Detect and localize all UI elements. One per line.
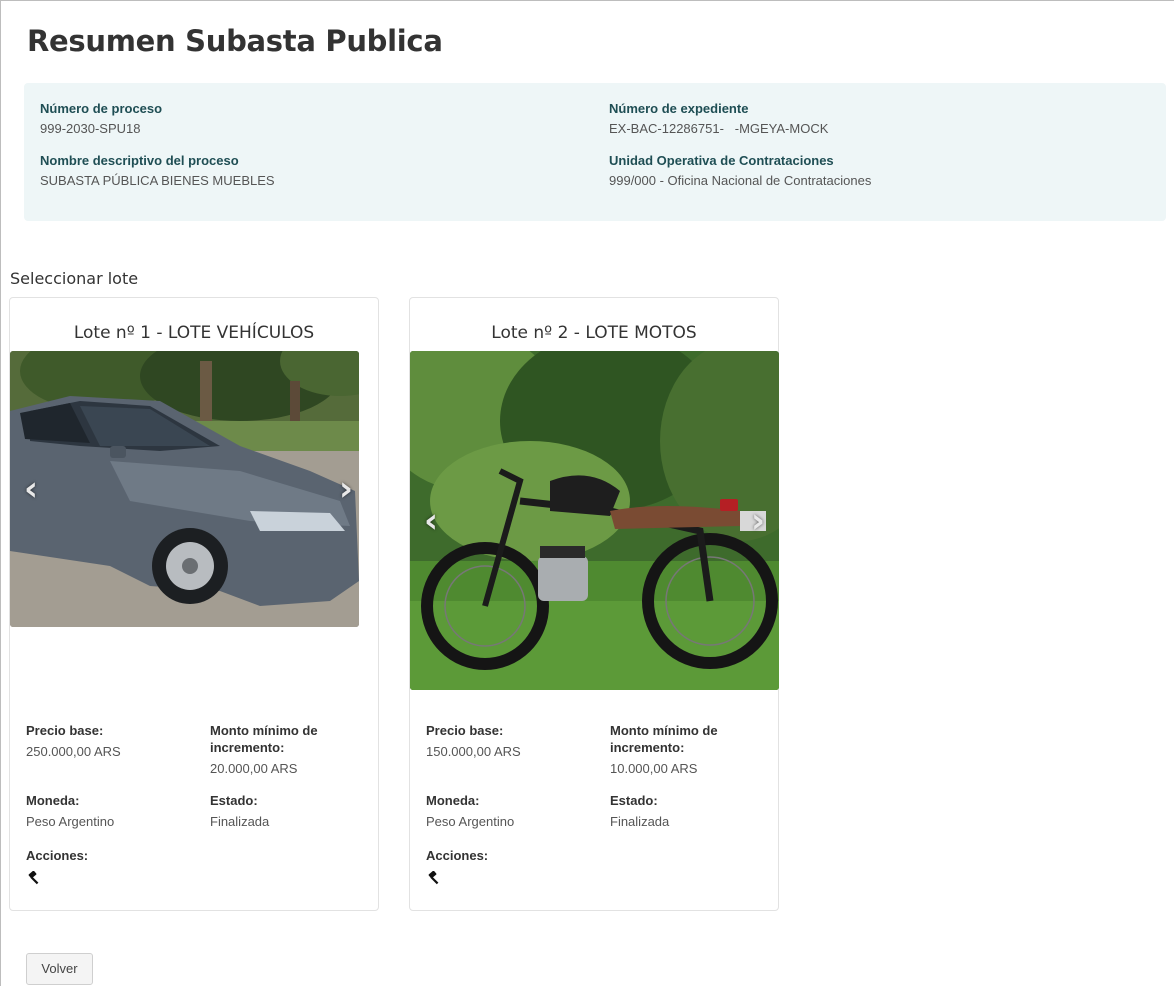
gavel-icon[interactable] [27, 871, 41, 885]
process-summary-panel: Número de proceso 999-2030-SPU18 Nombre … [24, 83, 1166, 221]
gavel-icon[interactable] [427, 871, 441, 885]
min-increment-label: Monto mínimo de incremento: [610, 723, 718, 755]
carousel-next-button[interactable]: › [333, 471, 359, 507]
currency-field: Moneda: Peso Argentino [426, 792, 586, 830]
lot-image-carousel[interactable]: ‹ › [410, 351, 779, 690]
car-photo [10, 351, 359, 627]
operating-unit-value: 999/000 - Oficina Nacional de Contrataci… [609, 173, 872, 188]
process-description-block: Nombre descriptivo del proceso SUBASTA P… [40, 153, 275, 188]
back-button[interactable]: Volver [26, 953, 93, 985]
status-value: Finalizada [610, 814, 670, 829]
operating-unit-label: Unidad Operativa de Contrataciones [609, 153, 834, 168]
base-price-field: Precio base: 250.000,00 ARS [26, 722, 186, 760]
process-description-value: SUBASTA PÚBLICA BIENES MUEBLES [40, 173, 275, 188]
file-number-value: EX-BAC-12286751- -MGEYA-MOCK [609, 121, 829, 136]
base-price-label: Precio base: [426, 723, 504, 738]
status-field: Estado: Finalizada [210, 792, 360, 830]
base-price-value: 150.000,00 ARS [426, 744, 521, 759]
base-price-field: Precio base: 150.000,00 ARS [426, 722, 586, 760]
operating-unit-block: Unidad Operativa de Contrataciones 999/0… [609, 153, 871, 188]
actions-field: Acciones: [426, 847, 586, 864]
status-field: Estado: Finalizada [610, 792, 760, 830]
lot-title: Lote nº 2 - LOTE MOTOS [491, 323, 697, 343]
actions-label: Acciones: [26, 848, 89, 863]
carousel-prev-button[interactable]: ‹ [418, 503, 444, 539]
process-number-block: Número de proceso 999-2030-SPU18 [40, 101, 162, 136]
lot-card[interactable]: Lote nº 2 - LOTE MOTOS ‹ › Precio base: … [409, 297, 779, 911]
lot-image-carousel[interactable]: ‹ › [10, 351, 359, 627]
min-increment-field: Monto mínimo de incremento: 20.000,00 AR… [210, 722, 360, 777]
carousel-next-button[interactable]: › [745, 503, 771, 539]
currency-label: Moneda: [426, 793, 480, 808]
file-number-block: Número de expediente EX-BAC-12286751- -M… [609, 101, 828, 136]
currency-value: Peso Argentino [26, 814, 115, 829]
select-lot-label: Seleccionar lote [10, 269, 139, 288]
min-increment-value: 20.000,00 ARS [210, 761, 298, 776]
base-price-value: 250.000,00 ARS [26, 744, 121, 759]
base-price-label: Precio base: [26, 723, 104, 738]
status-label: Estado: [610, 793, 658, 808]
currency-field: Moneda: Peso Argentino [26, 792, 186, 830]
page-title: Resumen Subasta Publica [27, 24, 443, 58]
process-number-label: Número de proceso [40, 101, 163, 116]
actions-label: Acciones: [426, 848, 489, 863]
lot-title: Lote nº 1 - LOTE VEHÍCULOS [73, 323, 315, 343]
min-increment-label: Monto mínimo de incremento: [210, 723, 318, 755]
min-increment-value: 10.000,00 ARS [610, 761, 698, 776]
currency-value: Peso Argentino [426, 814, 515, 829]
file-number-label: Número de expediente [609, 101, 749, 116]
status-label: Estado: [210, 793, 258, 808]
process-description-label: Nombre descriptivo del proceso [40, 153, 239, 168]
min-increment-field: Monto mínimo de incremento: 10.000,00 AR… [610, 722, 760, 777]
currency-label: Moneda: [26, 793, 80, 808]
carousel-prev-button[interactable]: ‹ [18, 471, 44, 507]
actions-field: Acciones: [26, 847, 186, 864]
lot-card[interactable]: Lote nº 1 - LOTE VEHÍCULOS ‹ › Precio ba… [9, 297, 379, 911]
status-value: Finalizada [210, 814, 270, 829]
process-number-value: 999-2030-SPU18 [40, 121, 141, 136]
motorcycle-photo [410, 351, 779, 690]
